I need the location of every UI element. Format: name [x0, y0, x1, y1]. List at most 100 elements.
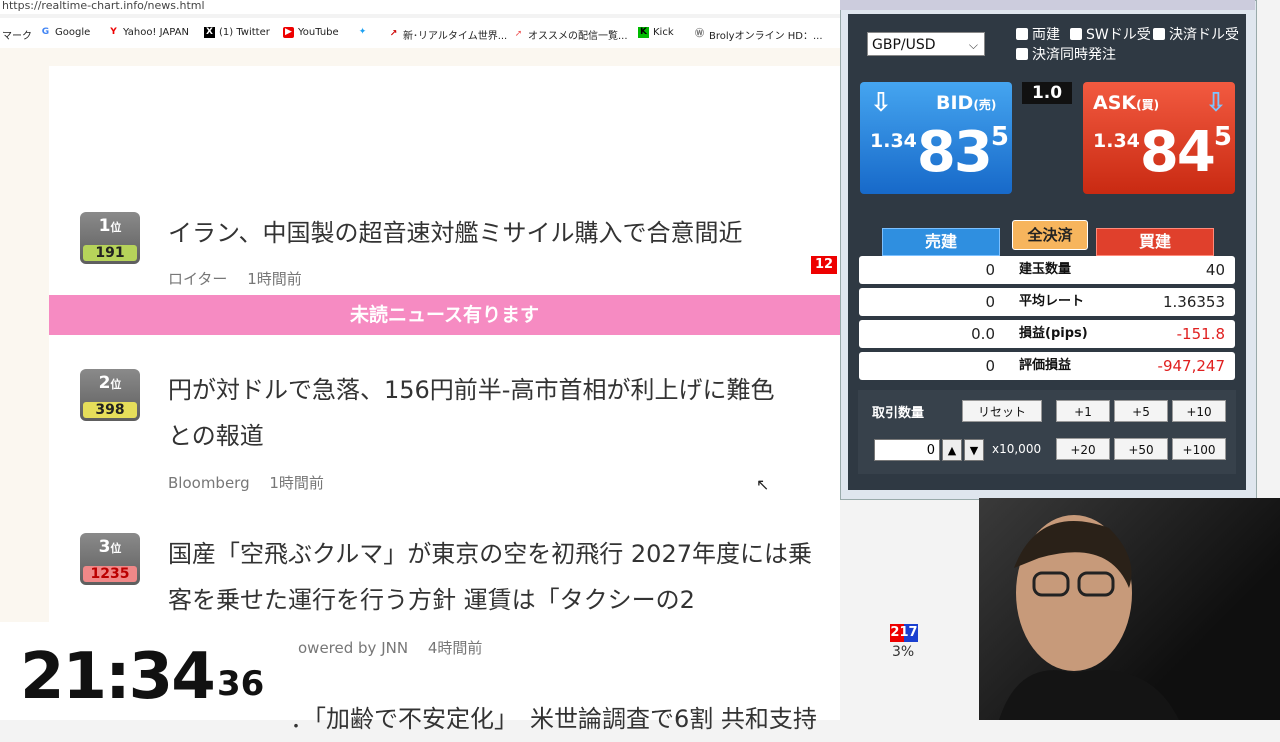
quantity-input[interactable]: 0	[874, 439, 940, 461]
row-label: 平均レート	[1019, 294, 1085, 309]
bookmark-kick[interactable]: K Kick	[638, 27, 674, 38]
bookmark-label: Brolyオンライン HD：...	[709, 31, 823, 42]
bookmark-realtime[interactable]: ↗ 新･リアルタイム世界...	[388, 27, 508, 42]
news-headline[interactable]: 円が対ドルで急落、156円前半-高市首相が利上げに難色 との報道	[168, 367, 848, 459]
news-time: 1時間前	[269, 474, 324, 492]
row-sell-value: 0	[985, 357, 995, 375]
bookmark-label: Kick	[653, 27, 674, 38]
yahoo-icon: Y	[110, 27, 117, 37]
checkbox-label: 両建	[1032, 27, 1060, 43]
google-icon: G	[41, 27, 50, 37]
checkbox-label: 決済ドル受	[1169, 27, 1239, 43]
price-prefix: 1.34	[870, 130, 917, 152]
price-main: 84	[1139, 120, 1216, 185]
rank-suffix: 位	[110, 542, 122, 555]
news-time: 4時間前	[427, 639, 483, 657]
rank-suffix: 位	[110, 221, 122, 234]
price-prefix: 1.34	[1093, 130, 1140, 152]
arrow-down-icon: ⇩	[870, 88, 892, 118]
ask-button[interactable]: ASK(買) ⇩ 1.34845	[1083, 82, 1235, 194]
rank-number: 3	[98, 537, 111, 557]
lot-display: 1.0	[1022, 82, 1072, 104]
comment-count-badge: 12	[811, 256, 837, 274]
checkbox-icon	[1153, 28, 1165, 40]
checkbox-hedge[interactable]: 両建	[1016, 24, 1060, 44]
valuation-pl-row: 0 評価損益 -947,247	[859, 352, 1235, 380]
comment-count-badge: 217	[890, 624, 918, 642]
arrow-down-icon: ⇩	[1205, 88, 1227, 118]
bookmark-streams[interactable]: ➚ オススメの配信一覧...	[513, 27, 628, 42]
mouse-cursor-icon: ↖	[756, 475, 770, 494]
rank-badge: 2位 398	[80, 369, 140, 421]
news-source: Bloomberg	[168, 474, 250, 492]
rank-count: 1235	[83, 566, 137, 582]
row-sell-value: 0	[985, 261, 995, 279]
checkbox-label: SWドル受	[1086, 27, 1151, 43]
position-quantity-row: 0 建玉数量 40	[859, 256, 1235, 284]
checkbox-settle-usd[interactable]: 決済ドル受	[1153, 24, 1239, 44]
pl-pips-row: 0.0 損益(pips) -151.8	[859, 320, 1235, 348]
bookmarks-bar: マーク G Google Y Yahoo! JAPAN X (1) Twitter ▶…	[0, 18, 840, 49]
bookmark-label: 新･リアルタイム世界...	[403, 31, 508, 42]
currency-pair-select[interactable]: GBP/USD ⌵	[867, 32, 985, 56]
news-meta: ロイター 1時間前	[168, 268, 302, 289]
trade-quantity-label: 取引数量	[872, 406, 925, 421]
streamer-silhouette	[999, 515, 1179, 720]
bookmark-item[interactable]: マーク	[2, 27, 32, 42]
reset-button[interactable]: リセット	[962, 400, 1042, 422]
row-buy-value: 1.36353	[1162, 293, 1225, 311]
bookmark-broly[interactable]: Ⓦ Brolyオンライン HD：...	[694, 27, 823, 42]
address-bar[interactable]: https://realtime-chart.info/news.html	[0, 0, 842, 14]
kick-icon: K	[638, 27, 649, 38]
bookmark-yahoo[interactable]: Y Yahoo! JAPAN	[108, 27, 189, 38]
bookmark-twitter-bird[interactable]: ✦	[357, 27, 368, 38]
rank-badge: 3位 1235	[80, 533, 140, 585]
spin-down-icon[interactable]: ▼	[964, 439, 984, 461]
increment-button[interactable]: +1	[1056, 400, 1110, 422]
twitter-bird-icon: ✦	[358, 27, 367, 37]
row-sell-value: 0.0	[971, 325, 995, 343]
news-headline[interactable]: 国産「空飛ぶクルマ」が東京の空を初飛行 2027年度には乗 客を乗せた運行を行う方…	[168, 531, 848, 623]
youtube-icon: ▶	[283, 27, 294, 38]
bookmark-label: オススメの配信一覧...	[528, 31, 628, 42]
increment-button[interactable]: +20	[1056, 438, 1110, 460]
bookmark-label: (1) Twitter	[219, 27, 270, 38]
price-main: 83	[916, 120, 993, 185]
increment-button[interactable]: +50	[1114, 438, 1168, 460]
unread-news-banner[interactable]: 未読ニュース有ります	[49, 295, 840, 335]
news-headline[interactable]: イラン、中国製の超音速対艦ミサイル購入で合意間近	[168, 210, 848, 256]
checkbox-sw-usd[interactable]: SWドル受	[1070, 24, 1151, 44]
stream-icon: ➚	[514, 29, 523, 39]
bid-label: BID	[936, 92, 974, 114]
news-headline[interactable]: ：「加齢で不安定化」 米世論調査で6割 共和支持	[290, 696, 970, 742]
news-source: owered by JNN	[298, 639, 409, 657]
row-label: 評価損益	[1019, 358, 1072, 373]
increment-button[interactable]: +5	[1114, 400, 1168, 422]
headline-line: との報道	[168, 422, 264, 450]
row-label: 損益(pips)	[1019, 326, 1088, 341]
tab-sell-positions[interactable]: 売建	[882, 228, 1000, 256]
bookmark-google[interactable]: G Google	[40, 27, 90, 38]
increment-button[interactable]: +10	[1172, 400, 1226, 422]
bookmark-twitter[interactable]: X (1) Twitter	[204, 27, 270, 38]
news-meta: Bloomberg 1時間前	[168, 472, 324, 493]
headline-line: 円が対ドルで急落、156円前半-高市首相が利上げに難色	[168, 376, 775, 404]
checkbox-icon	[1070, 28, 1082, 40]
bookmark-label: YouTube	[298, 27, 339, 38]
webcam-overlay	[979, 498, 1280, 720]
bookmark-label: マーク	[2, 31, 32, 42]
bookmark-youtube[interactable]: ▶ YouTube	[283, 27, 339, 38]
checkbox-simultaneous[interactable]: 決済同時発注	[1016, 44, 1116, 64]
window-title-bar[interactable]	[840, 0, 1255, 10]
ask-label: ASK	[1093, 92, 1137, 114]
tab-buy-positions[interactable]: 買建	[1096, 228, 1214, 256]
checkbox-label: 決済同時発注	[1032, 47, 1116, 63]
row-buy-value: 40	[1205, 261, 1225, 279]
close-all-button[interactable]: 全決済	[1012, 220, 1088, 250]
news-source: ロイター	[168, 270, 228, 288]
bid-button[interactable]: ⇩ BID(売) 1.34835	[860, 82, 1012, 194]
increment-button[interactable]: +100	[1172, 438, 1226, 460]
spin-up-icon[interactable]: ▲	[942, 439, 962, 461]
news-meta: owered by JNN 4時間前	[298, 637, 482, 658]
x-icon: X	[204, 27, 215, 38]
